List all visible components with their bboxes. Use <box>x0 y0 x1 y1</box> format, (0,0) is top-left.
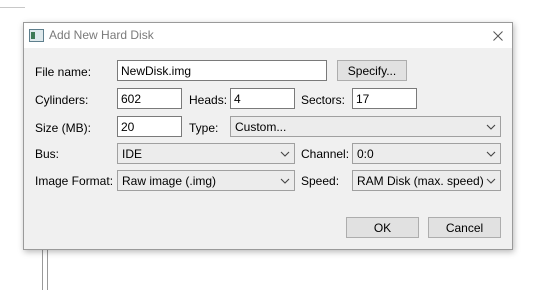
type-label: Type: <box>189 121 219 135</box>
background-window-edge <box>42 250 43 290</box>
heads-input[interactable] <box>230 88 295 109</box>
speed-label: Speed: <box>301 174 340 188</box>
file-name-input[interactable] <box>117 60 327 81</box>
cylinders-input[interactable] <box>117 88 182 109</box>
specify-button-label: Specify... <box>347 63 397 78</box>
cylinders-label: Cylinders: <box>35 93 89 107</box>
image-format-select-value: Raw image (.img) <box>122 173 217 188</box>
specify-button[interactable]: Specify... <box>337 60 407 81</box>
bus-select[interactable]: IDE <box>117 143 295 164</box>
close-button[interactable] <box>484 23 512 48</box>
image-format-label: Image Format: <box>35 174 114 188</box>
bus-select-value: IDE <box>122 146 143 161</box>
background-window-edge <box>47 250 48 290</box>
chevron-down-icon <box>486 122 496 132</box>
dialog-title: Add New Hard Disk <box>49 28 154 42</box>
chevron-down-icon <box>280 149 290 159</box>
hard-disk-app-icon <box>29 29 44 42</box>
ok-button-label: OK <box>373 220 392 235</box>
chevron-down-icon <box>486 176 496 186</box>
add-new-hard-disk-dialog: Add New Hard Disk File name: Specify... … <box>23 22 513 250</box>
size-label: Size (MB): <box>35 121 92 135</box>
image-format-select[interactable]: Raw image (.img) <box>117 170 295 191</box>
cancel-button[interactable]: Cancel <box>428 217 501 238</box>
channel-select-value: 0:0 <box>357 146 374 161</box>
close-icon <box>493 30 503 41</box>
sectors-label: Sectors: <box>301 93 346 107</box>
bus-label: Bus: <box>35 147 60 161</box>
background-window-edge <box>0 7 25 8</box>
speed-select-value: RAM Disk (max. speed) <box>357 173 484 188</box>
sectors-input[interactable] <box>352 88 417 109</box>
channel-label: Channel: <box>301 147 350 161</box>
channel-select[interactable]: 0:0 <box>352 143 501 164</box>
ok-button[interactable]: OK <box>346 217 419 238</box>
type-select-value: Custom... <box>235 119 287 134</box>
title-bar: Add New Hard Disk <box>24 23 512 48</box>
type-select[interactable]: Custom... <box>230 116 501 137</box>
chevron-down-icon <box>486 149 496 159</box>
chevron-down-icon <box>280 176 290 186</box>
speed-select[interactable]: RAM Disk (max. speed) <box>352 170 501 191</box>
heads-label: Heads: <box>189 93 228 107</box>
size-input[interactable] <box>117 116 182 137</box>
cancel-button-label: Cancel <box>445 220 484 235</box>
file-name-label: File name: <box>35 65 92 79</box>
